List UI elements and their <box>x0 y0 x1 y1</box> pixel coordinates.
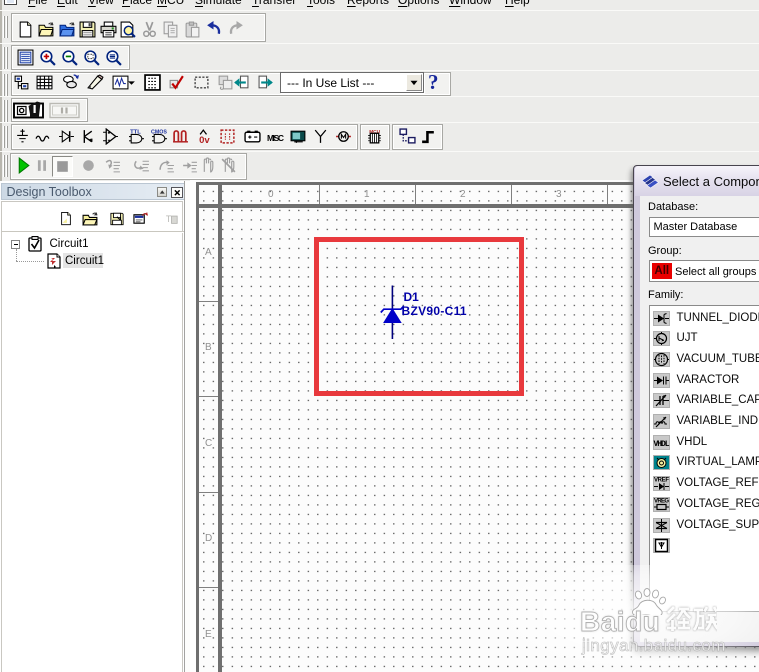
svg-text:VREG: VREG <box>654 498 669 504</box>
svg-text:VHDL: VHDL <box>653 440 669 449</box>
svg-text:MISC: MISC <box>267 133 284 143</box>
svg-text:VREF: VREF <box>654 478 669 484</box>
svg-text:0v: 0v <box>199 135 210 145</box>
svg-text:T: T <box>166 214 172 224</box>
